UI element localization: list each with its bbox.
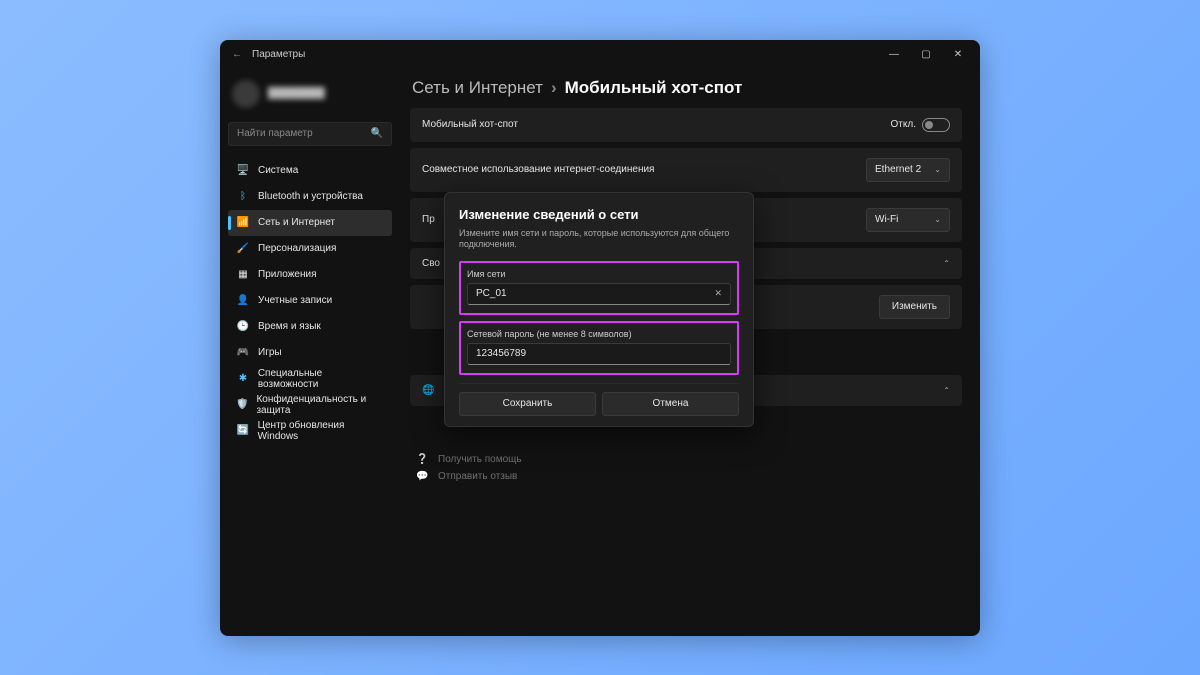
- settings-window: ← Параметры — ▢ ✕ ████████ Найти парамет…: [220, 40, 980, 636]
- update-icon: 🔄: [236, 425, 250, 436]
- network-password-label: Сетевой пароль (не менее 8 символов): [467, 329, 731, 339]
- nav-accounts[interactable]: 👤Учетные записи: [228, 288, 392, 314]
- nav-network[interactable]: 📶Сеть и Интернет: [228, 210, 392, 236]
- accessibility-icon: ✱: [236, 373, 250, 384]
- chevron-up-icon: ⌃: [943, 386, 950, 395]
- games-icon: 🎮: [236, 347, 250, 358]
- maximize-button[interactable]: ▢: [910, 40, 942, 70]
- avatar: [232, 80, 260, 108]
- network-name-label: Имя сети: [467, 269, 731, 279]
- dialog-button-row: Сохранить Отмена: [459, 383, 739, 416]
- search-input[interactable]: Найти параметр 🔍: [228, 122, 392, 146]
- back-button[interactable]: ←: [226, 49, 248, 60]
- hotspot-toggle[interactable]: Откл.: [891, 118, 950, 132]
- user-account-header[interactable]: ████████: [228, 76, 392, 116]
- edit-button[interactable]: Изменить: [879, 295, 950, 319]
- personalization-icon: 🖌️: [236, 243, 250, 254]
- apps-icon: ▦: [236, 269, 250, 280]
- nav-list: 🖥️Система ᛒBluetooth и устройства 📶Сеть …: [228, 158, 392, 444]
- wifi-value: Wi-Fi: [875, 214, 898, 225]
- nav-personalization[interactable]: 🖌️Персонализация: [228, 236, 392, 262]
- breadcrumb: Сеть и Интернет › Мобильный хот-спот: [410, 76, 962, 108]
- search-placeholder: Найти параметр: [237, 128, 313, 139]
- share-connection-card: Совместное использование интернет-соедин…: [410, 148, 962, 192]
- nav-accessibility[interactable]: ✱Специальные возможности: [228, 366, 392, 392]
- nav-system[interactable]: 🖥️Система: [228, 158, 392, 184]
- toggle-switch[interactable]: [922, 118, 950, 132]
- network-name-field[interactable]: [476, 288, 714, 299]
- window-title: Параметры: [248, 49, 305, 60]
- toggle-thumb: [925, 121, 933, 129]
- username: ████████: [268, 88, 325, 99]
- hotspot-toggle-card: Мобильный хот-спот Откл.: [410, 108, 962, 142]
- dialog-title: Изменение сведений о сети: [459, 207, 739, 222]
- system-icon: 🖥️: [236, 165, 250, 176]
- nav-apps[interactable]: ▦Приложения: [228, 262, 392, 288]
- accounts-icon: 👤: [236, 295, 250, 306]
- help-links: ❔ Получить помощь 💬 Отправить отзыв: [410, 454, 962, 482]
- obscured-label-1: Пр: [422, 214, 435, 225]
- share-value: Ethernet 2: [875, 164, 921, 175]
- save-button[interactable]: Сохранить: [459, 392, 596, 416]
- hotspot-state: Откл.: [891, 119, 916, 130]
- chevron-down-icon: ⌄: [934, 165, 941, 174]
- hotspot-label: Мобильный хот-спот: [422, 119, 518, 130]
- chevron-right-icon: ›: [551, 78, 557, 98]
- network-icon: 📶: [236, 217, 250, 228]
- minimize-button[interactable]: —: [878, 40, 910, 70]
- chevron-down-icon: ⌄: [934, 215, 941, 224]
- network-password-field[interactable]: [476, 348, 722, 359]
- help-icon: ❔: [416, 454, 430, 465]
- network-name-group: Имя сети ✕: [459, 261, 739, 315]
- search-icon: 🔍: [371, 128, 383, 139]
- network-password-group: Сетевой пароль (не менее 8 символов): [459, 321, 739, 375]
- feedback-icon: 💬: [416, 471, 430, 482]
- dialog-description: Измените имя сети и пароль, которые испо…: [459, 228, 739, 251]
- edit-network-dialog: Изменение сведений о сети Измените имя с…: [444, 192, 754, 427]
- page-title: Мобильный хот-спот: [565, 78, 743, 98]
- nav-privacy[interactable]: 🛡️Конфиденциальность и защита: [228, 392, 392, 418]
- breadcrumb-root[interactable]: Сеть и Интернет: [412, 78, 543, 98]
- network-name-input[interactable]: ✕: [467, 283, 731, 305]
- network-password-input[interactable]: [467, 343, 731, 365]
- globe-icon: 🌐: [422, 385, 434, 396]
- titlebar: ← Параметры — ▢ ✕: [220, 40, 980, 70]
- close-button[interactable]: ✕: [942, 40, 974, 70]
- nav-time[interactable]: 🕒Время и язык: [228, 314, 392, 340]
- share-dropdown[interactable]: Ethernet 2 ⌄: [866, 158, 950, 182]
- time-icon: 🕒: [236, 321, 250, 332]
- clear-input-icon[interactable]: ✕: [714, 288, 722, 299]
- wifi-dropdown[interactable]: Wi-Fi ⌄: [866, 208, 950, 232]
- get-help-link[interactable]: ❔ Получить помощь: [416, 454, 962, 465]
- nav-bluetooth[interactable]: ᛒBluetooth и устройства: [228, 184, 392, 210]
- cancel-button[interactable]: Отмена: [602, 392, 739, 416]
- bluetooth-icon: ᛒ: [236, 191, 250, 202]
- privacy-icon: 🛡️: [236, 399, 248, 410]
- feedback-link[interactable]: 💬 Отправить отзыв: [416, 471, 962, 482]
- nav-update[interactable]: 🔄Центр обновления Windows: [228, 418, 392, 444]
- nav-games[interactable]: 🎮Игры: [228, 340, 392, 366]
- share-label: Совместное использование интернет-соедин…: [422, 164, 654, 175]
- chevron-up-icon: ⌃: [943, 259, 950, 268]
- obscured-label-2: Сво: [422, 258, 440, 269]
- sidebar: ████████ Найти параметр 🔍 🖥️Система ᛒBlu…: [220, 70, 400, 636]
